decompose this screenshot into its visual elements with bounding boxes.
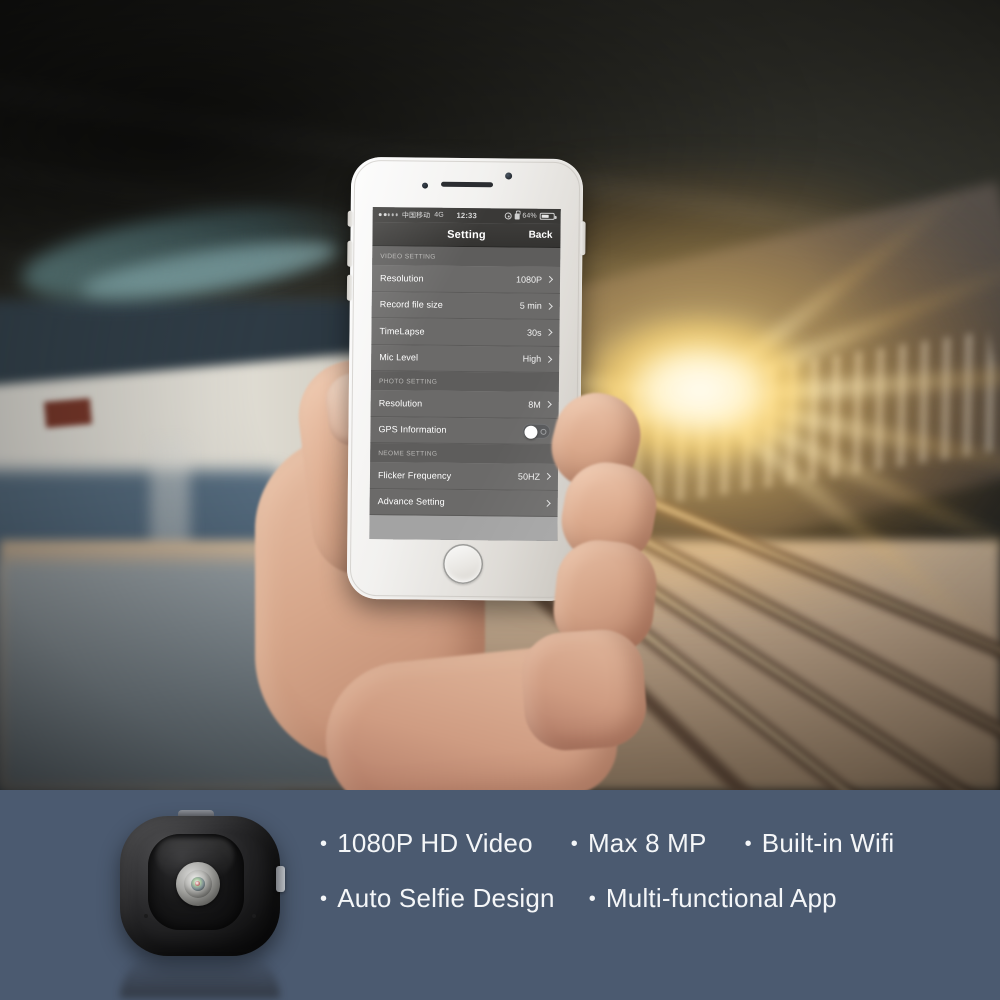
feature-item: • Auto Selfie Design	[320, 883, 555, 914]
camera-side-button	[276, 866, 285, 892]
settings-row-video-resolution[interactable]: Resolution 1080P	[371, 265, 561, 294]
feature-item: • Max 8 MP	[571, 828, 707, 859]
row-label: Resolution	[380, 272, 424, 284]
fingers-overlay	[255, 355, 675, 790]
nav-bar: Setting Back	[372, 222, 561, 248]
location-services-icon	[504, 212, 512, 220]
camera-lens-highlight	[195, 881, 200, 886]
feature-label: Max 8 MP	[587, 828, 707, 858]
feature-banner: • 1080P HD Video • Max 8 MP • Built-in W…	[0, 790, 1000, 1000]
clock-label: 12:33	[456, 210, 477, 221]
chevron-right-icon	[545, 329, 553, 337]
bullet-icon: •	[744, 832, 752, 855]
front-camera-icon	[505, 172, 513, 180]
settings-row-record-file-size[interactable]: Record file size 5 min	[371, 291, 560, 320]
power-button[interactable]	[580, 221, 586, 256]
earpiece-speaker	[441, 181, 494, 188]
chevron-right-icon	[545, 302, 553, 310]
section-header-video: VIDEO SETTING	[372, 246, 561, 267]
feature-row-1: • 1080P HD Video • Max 8 MP • Built-in W…	[320, 828, 970, 859]
feature-label: 1080P HD Video	[337, 828, 533, 858]
feature-item: • 1080P HD Video	[320, 828, 533, 859]
row-value: 1080P	[515, 274, 543, 285]
feature-item: • Multi-functional App	[589, 883, 837, 914]
back-button[interactable]: Back	[529, 230, 553, 241]
background-photo: 中国移动 4G 12:33 64% Setting Back VIDEO SET…	[0, 0, 1000, 790]
row-value: 30s	[526, 327, 542, 338]
carrier-label: 中国移动	[401, 211, 431, 220]
mute-switch[interactable]	[347, 210, 353, 227]
row-label: Record file size	[379, 299, 443, 311]
settings-row-timelapse[interactable]: TimeLapse 30s	[371, 318, 560, 347]
bullet-icon: •	[588, 887, 596, 910]
row-label: TimeLapse	[379, 325, 425, 337]
feature-item: • Built-in Wifi	[745, 828, 895, 859]
little-finger	[519, 626, 649, 754]
signal-strength-icon	[378, 213, 398, 217]
proximity-sensor-icon	[421, 182, 429, 189]
volume-up-button[interactable]	[347, 240, 353, 267]
feature-label: Built-in Wifi	[761, 828, 895, 858]
page-title: Setting	[447, 228, 486, 241]
bullet-icon: •	[570, 832, 578, 855]
feature-row-2: • Auto Selfie Design • Multi-functional …	[320, 883, 970, 914]
row-value: 5 min	[519, 300, 542, 312]
battery-icon	[539, 212, 555, 221]
product-camera-image	[104, 810, 304, 998]
bullet-icon: •	[320, 832, 328, 855]
network-type-label: 4G	[434, 211, 444, 219]
camera-reflection	[120, 950, 280, 998]
camera-mic-left-icon	[144, 914, 148, 918]
feature-list: • 1080P HD Video • Max 8 MP • Built-in W…	[320, 828, 970, 914]
volume-down-button[interactable]	[346, 274, 353, 301]
lock-icon	[514, 213, 520, 220]
camera-mic-right-icon	[252, 914, 256, 918]
chevron-right-icon	[546, 276, 554, 284]
feature-label: Auto Selfie Design	[337, 883, 555, 913]
feature-label: Multi-functional App	[605, 883, 837, 913]
battery-percent-label: 64%	[522, 212, 537, 220]
bullet-icon: •	[320, 887, 328, 910]
